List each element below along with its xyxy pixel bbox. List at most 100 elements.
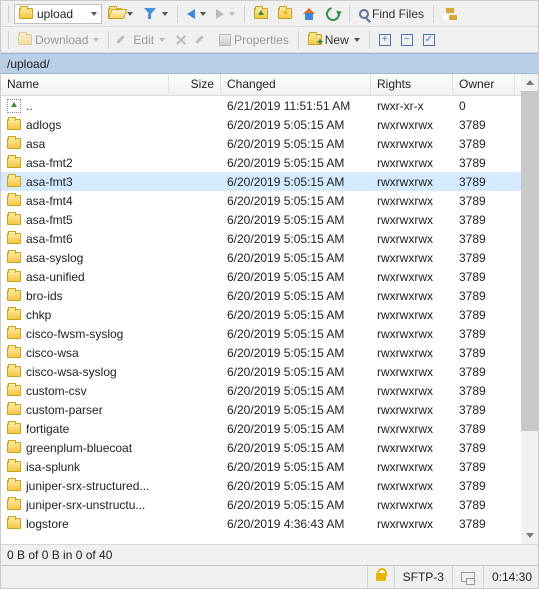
table-row[interactable]: asa-syslog6/20/2019 5:05:15 AMrwxrwxrwx3…	[1, 248, 521, 267]
column-header-rights[interactable]: Rights	[371, 74, 453, 95]
footer: SFTP-3 0:14:30	[1, 565, 538, 588]
file-name: isa-splunk	[26, 460, 80, 474]
file-size	[169, 274, 221, 280]
folder-icon	[7, 176, 21, 187]
separator	[369, 31, 370, 49]
pencil-icon	[118, 34, 130, 46]
rename-button[interactable]	[193, 32, 213, 48]
select-all-button[interactable]	[419, 32, 439, 48]
file-name: asa-fmt3	[26, 175, 73, 189]
minus-box-icon	[401, 34, 413, 46]
file-owner: 3789	[453, 172, 515, 192]
table-row[interactable]: asa-unified 6/20/2019 5:05:15 AMrwxrwxrwx…	[1, 267, 521, 286]
column-header-owner[interactable]: Owner	[453, 74, 515, 95]
folder-icon	[7, 347, 21, 358]
table-row[interactable]: asa-fmt66/20/2019 5:05:15 AMrwxrwxrwx378…	[1, 229, 521, 248]
scroll-thumb[interactable]	[521, 91, 538, 431]
file-name: asa-fmt5	[26, 213, 73, 227]
table-row[interactable]: fortigate6/20/2019 5:05:15 AMrwxrwxrwx37…	[1, 419, 521, 438]
file-owner: 3789	[453, 438, 515, 458]
scroll-track[interactable]	[521, 91, 538, 527]
file-changed: 6/20/2019 5:05:15 AM	[221, 267, 371, 287]
delete-button[interactable]	[171, 32, 191, 48]
new-folder-icon: ✦	[308, 34, 322, 45]
table-row[interactable]: cisco-fwsm-syslog6/20/2019 5:05:15 AMrwx…	[1, 324, 521, 343]
edit-button[interactable]: Edit	[114, 31, 169, 49]
table-row[interactable]: asa-fmt56/20/2019 5:05:15 AMrwxrwxrwx378…	[1, 210, 521, 229]
scroll-up-button[interactable]	[521, 74, 538, 91]
folder-icon	[7, 442, 21, 453]
table-row[interactable]: isa-splunk6/20/2019 5:05:15 AMrwxrwxrwx3…	[1, 457, 521, 476]
back-button[interactable]	[183, 7, 210, 21]
file-owner: 3789	[453, 305, 515, 325]
table-row[interactable]: adlogs6/20/2019 5:05:15 AMrwxrwxrwx3789	[1, 115, 521, 134]
home-button[interactable]	[298, 6, 320, 22]
table-row[interactable]: greenplum-bluecoat6/20/2019 5:05:15 AMrw…	[1, 438, 521, 457]
file-rights: rwxrwxrwx	[371, 134, 453, 154]
new-label: New	[325, 33, 349, 47]
file-changed: 6/20/2019 5:05:15 AM	[221, 191, 371, 211]
table-row[interactable]: asa-fmt46/20/2019 5:05:15 AMrwxrwxrwx378…	[1, 191, 521, 210]
table-row[interactable]: juniper-srx-unstructu...6/20/2019 5:05:1…	[1, 495, 521, 514]
parent-dir-button[interactable]	[250, 6, 272, 21]
plus-box-icon	[379, 34, 391, 46]
folder-icon	[7, 518, 21, 529]
folder-icon	[7, 138, 21, 149]
table-row[interactable]: logstore6/20/2019 4:36:43 AMrwxrwxrwx378…	[1, 514, 521, 533]
folder-combo[interactable]: upload	[14, 4, 102, 24]
file-name: asa-unified	[26, 270, 85, 284]
file-changed: 6/20/2019 5:05:15 AM	[221, 419, 371, 439]
connection-status[interactable]	[452, 566, 475, 588]
column-header-changed[interactable]: Changed	[221, 74, 371, 95]
separator	[349, 5, 350, 23]
file-owner: 3789	[453, 362, 515, 382]
folder-icon	[7, 252, 21, 263]
file-owner: 3789	[453, 286, 515, 306]
table-row[interactable]: cisco-wsa6/20/2019 5:05:15 AMrwxrwxrwx37…	[1, 343, 521, 362]
file-changed: 6/20/2019 5:05:15 AM	[221, 153, 371, 173]
rename-icon	[197, 34, 209, 46]
filter-button[interactable]	[139, 5, 172, 23]
file-size	[169, 122, 221, 128]
download-button[interactable]: Download	[14, 31, 103, 49]
scroll-down-button[interactable]	[521, 527, 538, 544]
column-header-size[interactable]: Size	[169, 74, 221, 95]
file-rights: rwxrwxrwx	[371, 267, 453, 287]
collapse-button[interactable]	[397, 32, 417, 48]
find-files-button[interactable]: Find Files	[355, 5, 428, 23]
column-headers: Name Size Changed Rights Owner	[1, 74, 521, 96]
scrollbar[interactable]	[521, 74, 538, 544]
open-folder-button[interactable]	[104, 6, 137, 21]
breadcrumb[interactable]: /upload/	[1, 53, 538, 74]
file-size	[169, 236, 221, 242]
refresh-button[interactable]	[322, 5, 344, 23]
encryption-status[interactable]	[367, 566, 386, 588]
file-owner: 0	[453, 96, 515, 116]
root-dir-button[interactable]	[274, 6, 296, 21]
chevron-down-icon	[229, 12, 235, 16]
table-row[interactable]: chkp6/20/2019 5:05:15 AMrwxrwxrwx3789	[1, 305, 521, 324]
table-row[interactable]: asa6/20/2019 5:05:15 AMrwxrwxrwx3789	[1, 134, 521, 153]
table-row[interactable]: ..6/21/2019 11:51:51 AMrwxr-xr-x0	[1, 96, 521, 115]
properties-button[interactable]: Properties	[215, 31, 293, 49]
folder-icon	[7, 195, 21, 206]
new-button[interactable]: ✦ New	[304, 31, 364, 49]
table-row[interactable]: custom-csv6/20/2019 5:05:15 AMrwxrwxrwx3…	[1, 381, 521, 400]
file-owner: 3789	[453, 229, 515, 249]
expand-button[interactable]	[375, 32, 395, 48]
table-row[interactable]: asa-fmt36/20/2019 5:05:15 AMrwxrwxrwx378…	[1, 172, 521, 191]
table-row[interactable]: asa-fmt26/20/2019 5:05:15 AMrwxrwxrwx378…	[1, 153, 521, 172]
sync-browse-button[interactable]	[439, 5, 461, 23]
grip	[8, 31, 9, 49]
file-rights: rwxrwxrwx	[371, 381, 453, 401]
file-name: custom-csv	[26, 384, 87, 398]
separator	[108, 31, 109, 49]
forward-button[interactable]	[212, 7, 239, 21]
table-row[interactable]: bro-ids6/20/2019 5:05:15 AMrwxrwxrwx3789	[1, 286, 521, 305]
table-row[interactable]: juniper-srx-structured...6/20/2019 5:05:…	[1, 476, 521, 495]
table-row[interactable]: custom-parser6/20/2019 5:05:15 AMrwxrwxr…	[1, 400, 521, 419]
column-header-name[interactable]: Name	[1, 74, 169, 95]
table-row[interactable]: cisco-wsa-syslog6/20/2019 5:05:15 AMrwxr…	[1, 362, 521, 381]
folder-icon	[19, 8, 33, 19]
x-icon	[175, 34, 187, 46]
